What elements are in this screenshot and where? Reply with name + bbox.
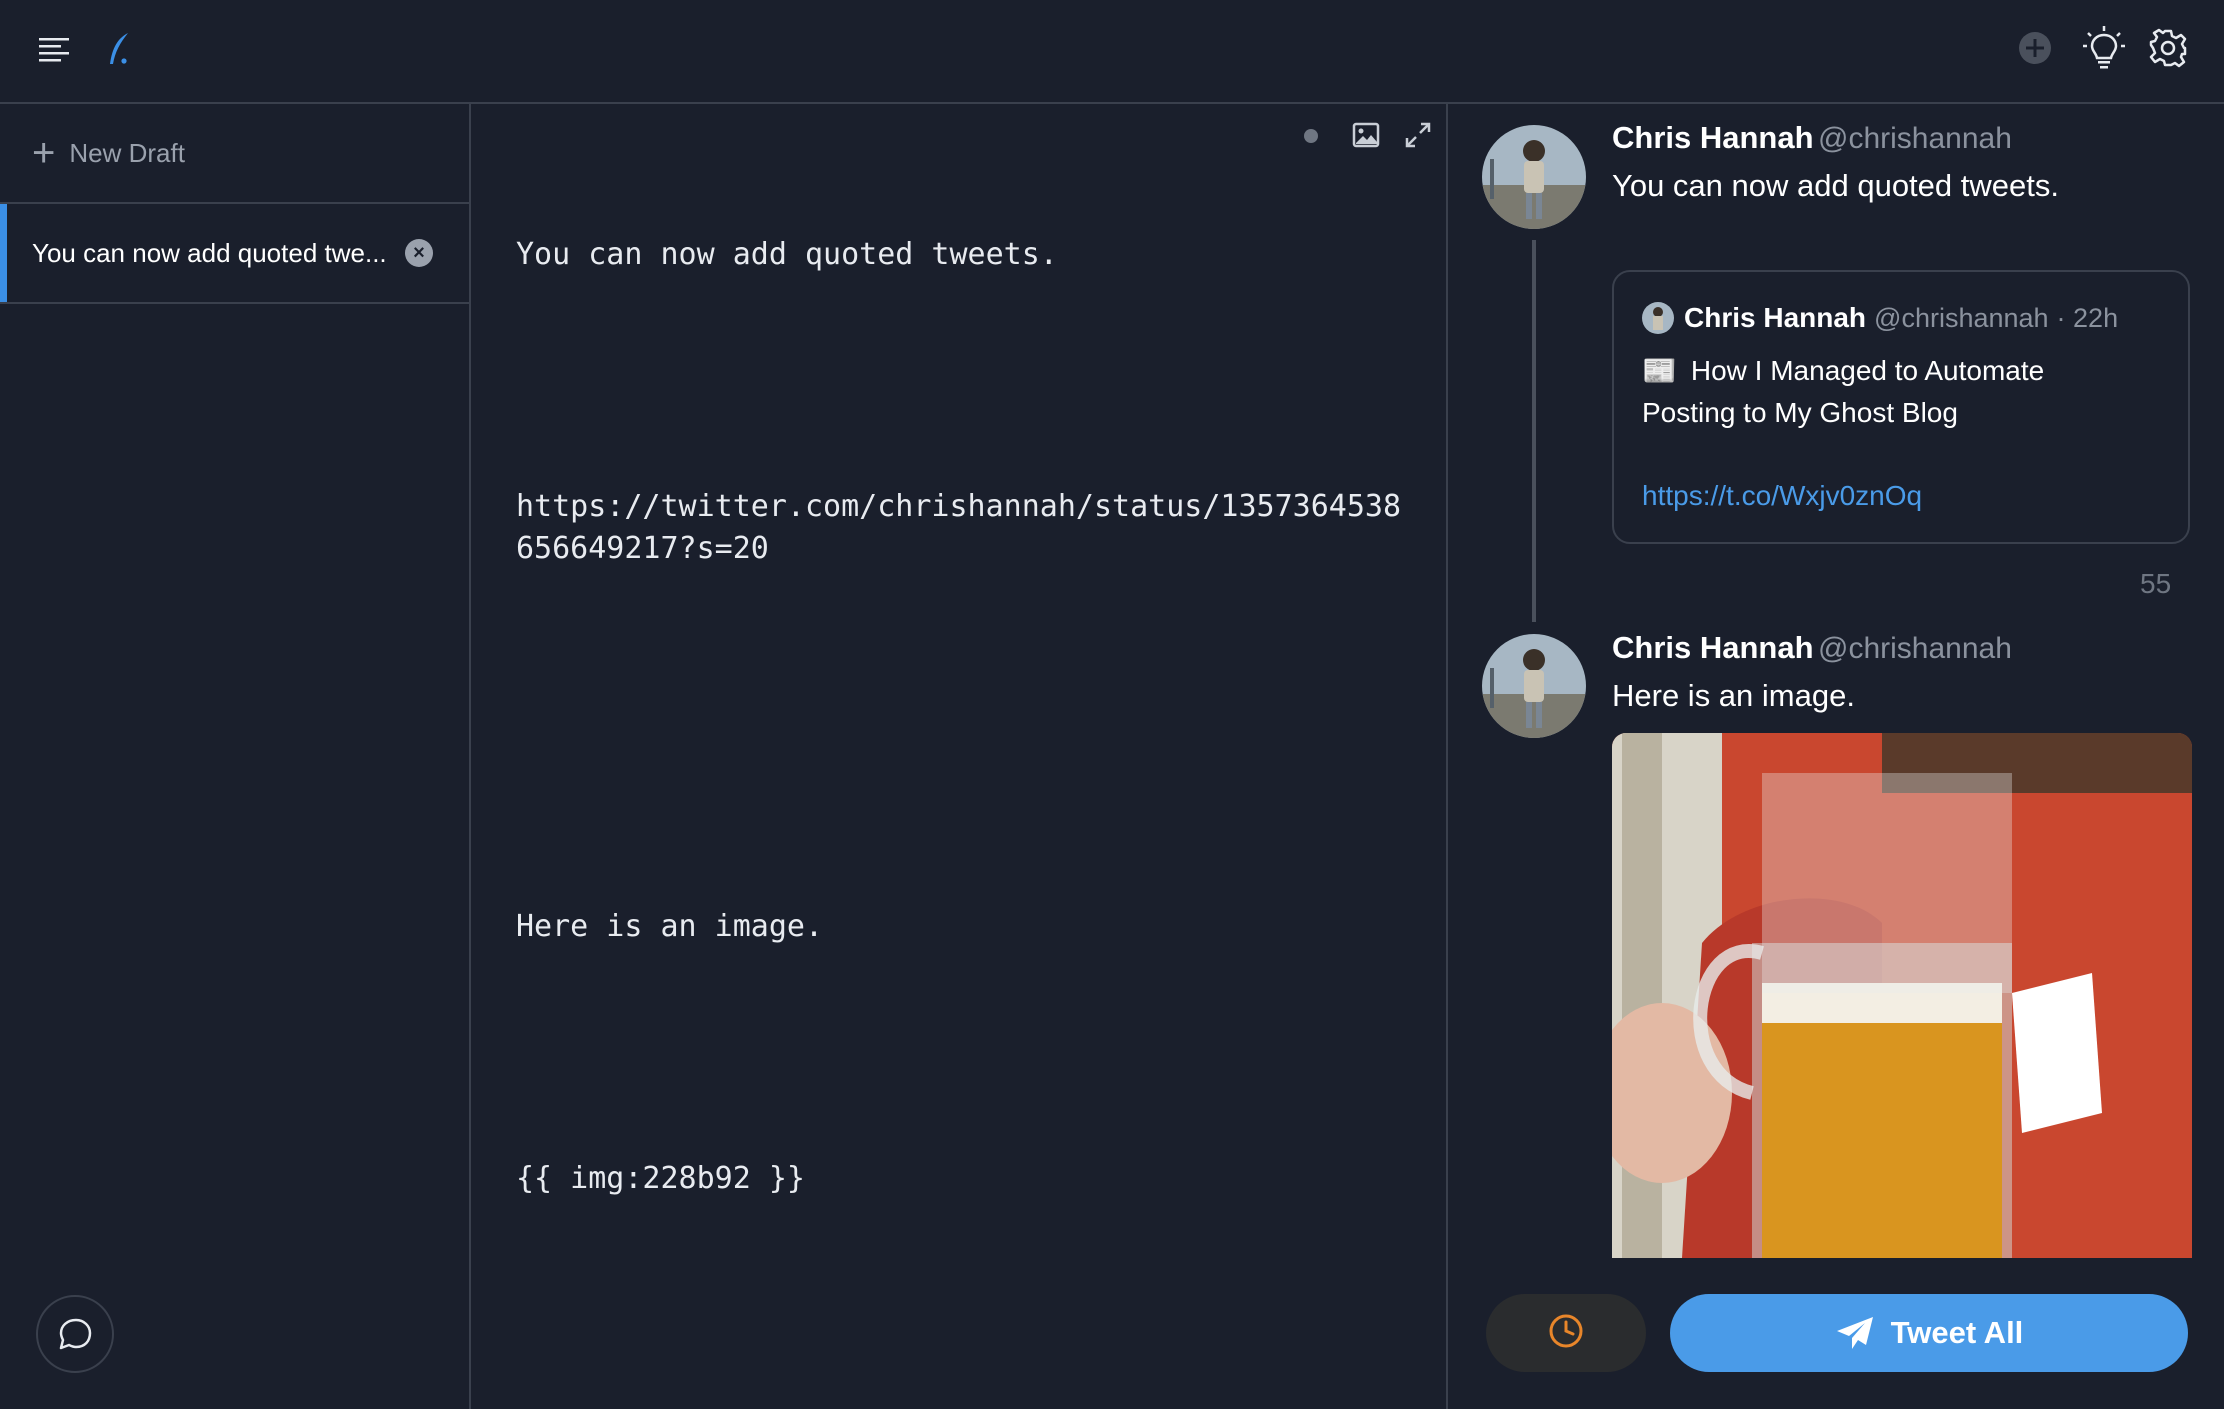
editor-text-area[interactable]: You can now add quoted tweets. https://t…	[516, 150, 1416, 1284]
quote-header: Chris Hannah @chrishannah · 22h	[1642, 302, 2118, 334]
plus-circle-icon[interactable]	[2015, 28, 2055, 68]
avatar	[1482, 634, 1586, 738]
tweet-author-handle: @chrishannah	[1817, 122, 2012, 155]
quote-link[interactable]: https://t.co/Wxjv0znOq	[1642, 480, 1922, 512]
quote-author-name: Chris Hannah	[1684, 302, 1867, 333]
tweet-author-name: Chris Hannah	[1612, 630, 1814, 665]
new-draft-label: New Draft	[69, 137, 185, 168]
tweet-author-name: Chris Hannah	[1612, 120, 1814, 155]
quote-avatar	[1642, 302, 1674, 334]
gear-icon[interactable]	[2146, 26, 2190, 70]
quill-logo-icon	[100, 28, 140, 72]
newspaper-icon: 📰	[1642, 355, 1677, 386]
draft-title: You can now add quoted twe...	[32, 237, 387, 268]
clock-icon	[1546, 1311, 1586, 1356]
paper-plane-icon	[1835, 1315, 1875, 1351]
thread-connector	[1532, 240, 1536, 622]
draft-editor[interactable]: You can now add quoted tweets. https://t…	[471, 104, 1448, 1409]
new-draft-button[interactable]: + New Draft	[0, 104, 469, 204]
plus-icon: +	[32, 131, 56, 175]
editor-line: You can now add quoted tweets.	[516, 237, 1058, 272]
quote-author-handle: @chrishannah	[1874, 302, 2049, 333]
image-icon[interactable]	[1349, 118, 1383, 152]
tweet-all-label: Tweet All	[1890, 1315, 2024, 1350]
drafts-sidebar: + New Draft You can now add quoted twe..…	[0, 104, 471, 1409]
quote-time: · 22h	[2056, 302, 2119, 333]
quoted-tweet-card[interactable]: Chris Hannah @chrishannah · 22h 📰 How I M…	[1612, 270, 2190, 544]
chat-bubble-icon[interactable]	[36, 1295, 114, 1373]
tweet-header: Chris Hannah @chrishannah	[1612, 120, 2012, 156]
editor-line: {{ img:228b92 }}	[516, 1161, 805, 1196]
hamburger-menu-icon[interactable]	[34, 30, 74, 70]
quote-text-line1: How I Managed to Automate	[1690, 355, 2045, 386]
selected-indicator	[0, 204, 7, 302]
top-toolbar	[0, 0, 2224, 104]
tweet-text: Here is an image.	[1612, 678, 1855, 713]
quote-text: 📰 How I Managed to Automate Posting to My…	[1642, 350, 2044, 434]
quote-text-line2: Posting to My Ghost Blog	[1642, 397, 1958, 428]
tweet-header: Chris Hannah @chrishannah	[1612, 630, 2012, 666]
draft-list-item[interactable]: You can now add quoted twe... ×	[0, 204, 469, 304]
schedule-button[interactable]	[1486, 1294, 1646, 1372]
tweet-text: You can now add quoted tweets.	[1612, 168, 2059, 203]
editor-line: https://twitter.com/chrishannah/status/1…	[516, 489, 1402, 566]
expand-icon[interactable]	[1401, 118, 1435, 152]
status-dot-icon	[1301, 126, 1321, 146]
editor-line: Here is an image.	[516, 909, 824, 944]
tweet-all-button[interactable]: Tweet All	[1670, 1294, 2188, 1372]
avatar	[1482, 125, 1586, 229]
delete-draft-icon[interactable]: ×	[405, 239, 433, 267]
tweet-author-handle: @chrishannah	[1817, 632, 2012, 665]
character-count: 55	[2140, 568, 2172, 599]
tweet-attached-image	[1612, 733, 2192, 1258]
lightbulb-icon[interactable]	[2082, 24, 2126, 72]
